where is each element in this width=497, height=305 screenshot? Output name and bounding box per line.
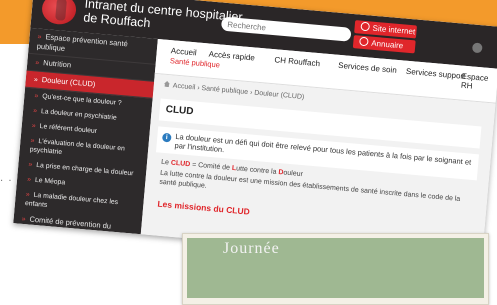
chevron-right-icon: »: [21, 215, 26, 224]
sidebar-item-label: Le référent douleur: [39, 123, 98, 136]
sidebar-item-label: Nutrition: [42, 58, 72, 70]
user-icon[interactable]: [471, 42, 483, 54]
chevron-right-icon: »: [32, 107, 38, 115]
poster-image: Journée: [187, 238, 484, 298]
phone-icon: [359, 36, 369, 47]
hospital-logo-icon[interactable]: [40, 0, 78, 26]
sidebar-item-label: La maladie douleur chez les enfants: [24, 191, 119, 209]
chevron-right-icon: »: [34, 92, 39, 100]
sidebar: » Espace prévention santé publique » Nutri…: [13, 27, 158, 248]
chevron-right-icon: »: [33, 76, 39, 84]
breadcrumb-text[interactable]: Accueil › Santé publique › Douleur (CLUD…: [173, 82, 305, 100]
chevron-right-icon: »: [30, 137, 35, 145]
chevron-right-icon: »: [37, 33, 42, 41]
clud-acronym: CLUD: [170, 159, 191, 169]
nav-ch-rouffach[interactable]: CH Rouffach: [274, 55, 320, 68]
site-internet-label: Site internet: [372, 23, 416, 37]
section-title-missions: Les missions du CLUD: [157, 198, 251, 217]
sidebar-item-label: Espace prévention santé publique: [36, 32, 129, 53]
chevron-right-icon: »: [34, 59, 40, 67]
sidebar-item-label: Comité de prévention du tabagisme: [20, 214, 112, 236]
chevron-right-icon: »: [28, 161, 33, 169]
chevron-right-icon: »: [31, 122, 37, 130]
sidebar-item-label: L'évaluation de la douleur en psychiatri…: [29, 137, 126, 157]
text-fragment: = Comité de: [189, 161, 233, 172]
intranet-screenshot: Intranet du centre hospitalier de Rouffa…: [13, 0, 497, 265]
nav-espace-rh[interactable]: Espace RH: [461, 72, 497, 93]
annuaire-button[interactable]: Annuaire: [352, 35, 416, 54]
text-fragment: ouleur: [283, 169, 304, 179]
annuaire-label: Annuaire: [370, 38, 404, 51]
chevron-right-icon: »: [25, 191, 30, 199]
globe-icon: [360, 21, 371, 32]
journee-poster: Journée: [182, 233, 489, 305]
poster-title: Journée: [223, 240, 280, 257]
home-icon[interactable]: [164, 81, 171, 88]
sidebar-item-label: Le Méopa: [34, 176, 66, 187]
info-icon: i: [161, 132, 172, 143]
nav-services-de-soin[interactable]: Services de soin: [338, 61, 397, 75]
nav-services-support[interactable]: Services support: [406, 67, 466, 81]
text-fragment: utte contre la: [235, 165, 279, 176]
sidebar-item-label: Douleur (CLUD): [41, 75, 96, 89]
chevron-right-icon: »: [26, 176, 32, 184]
